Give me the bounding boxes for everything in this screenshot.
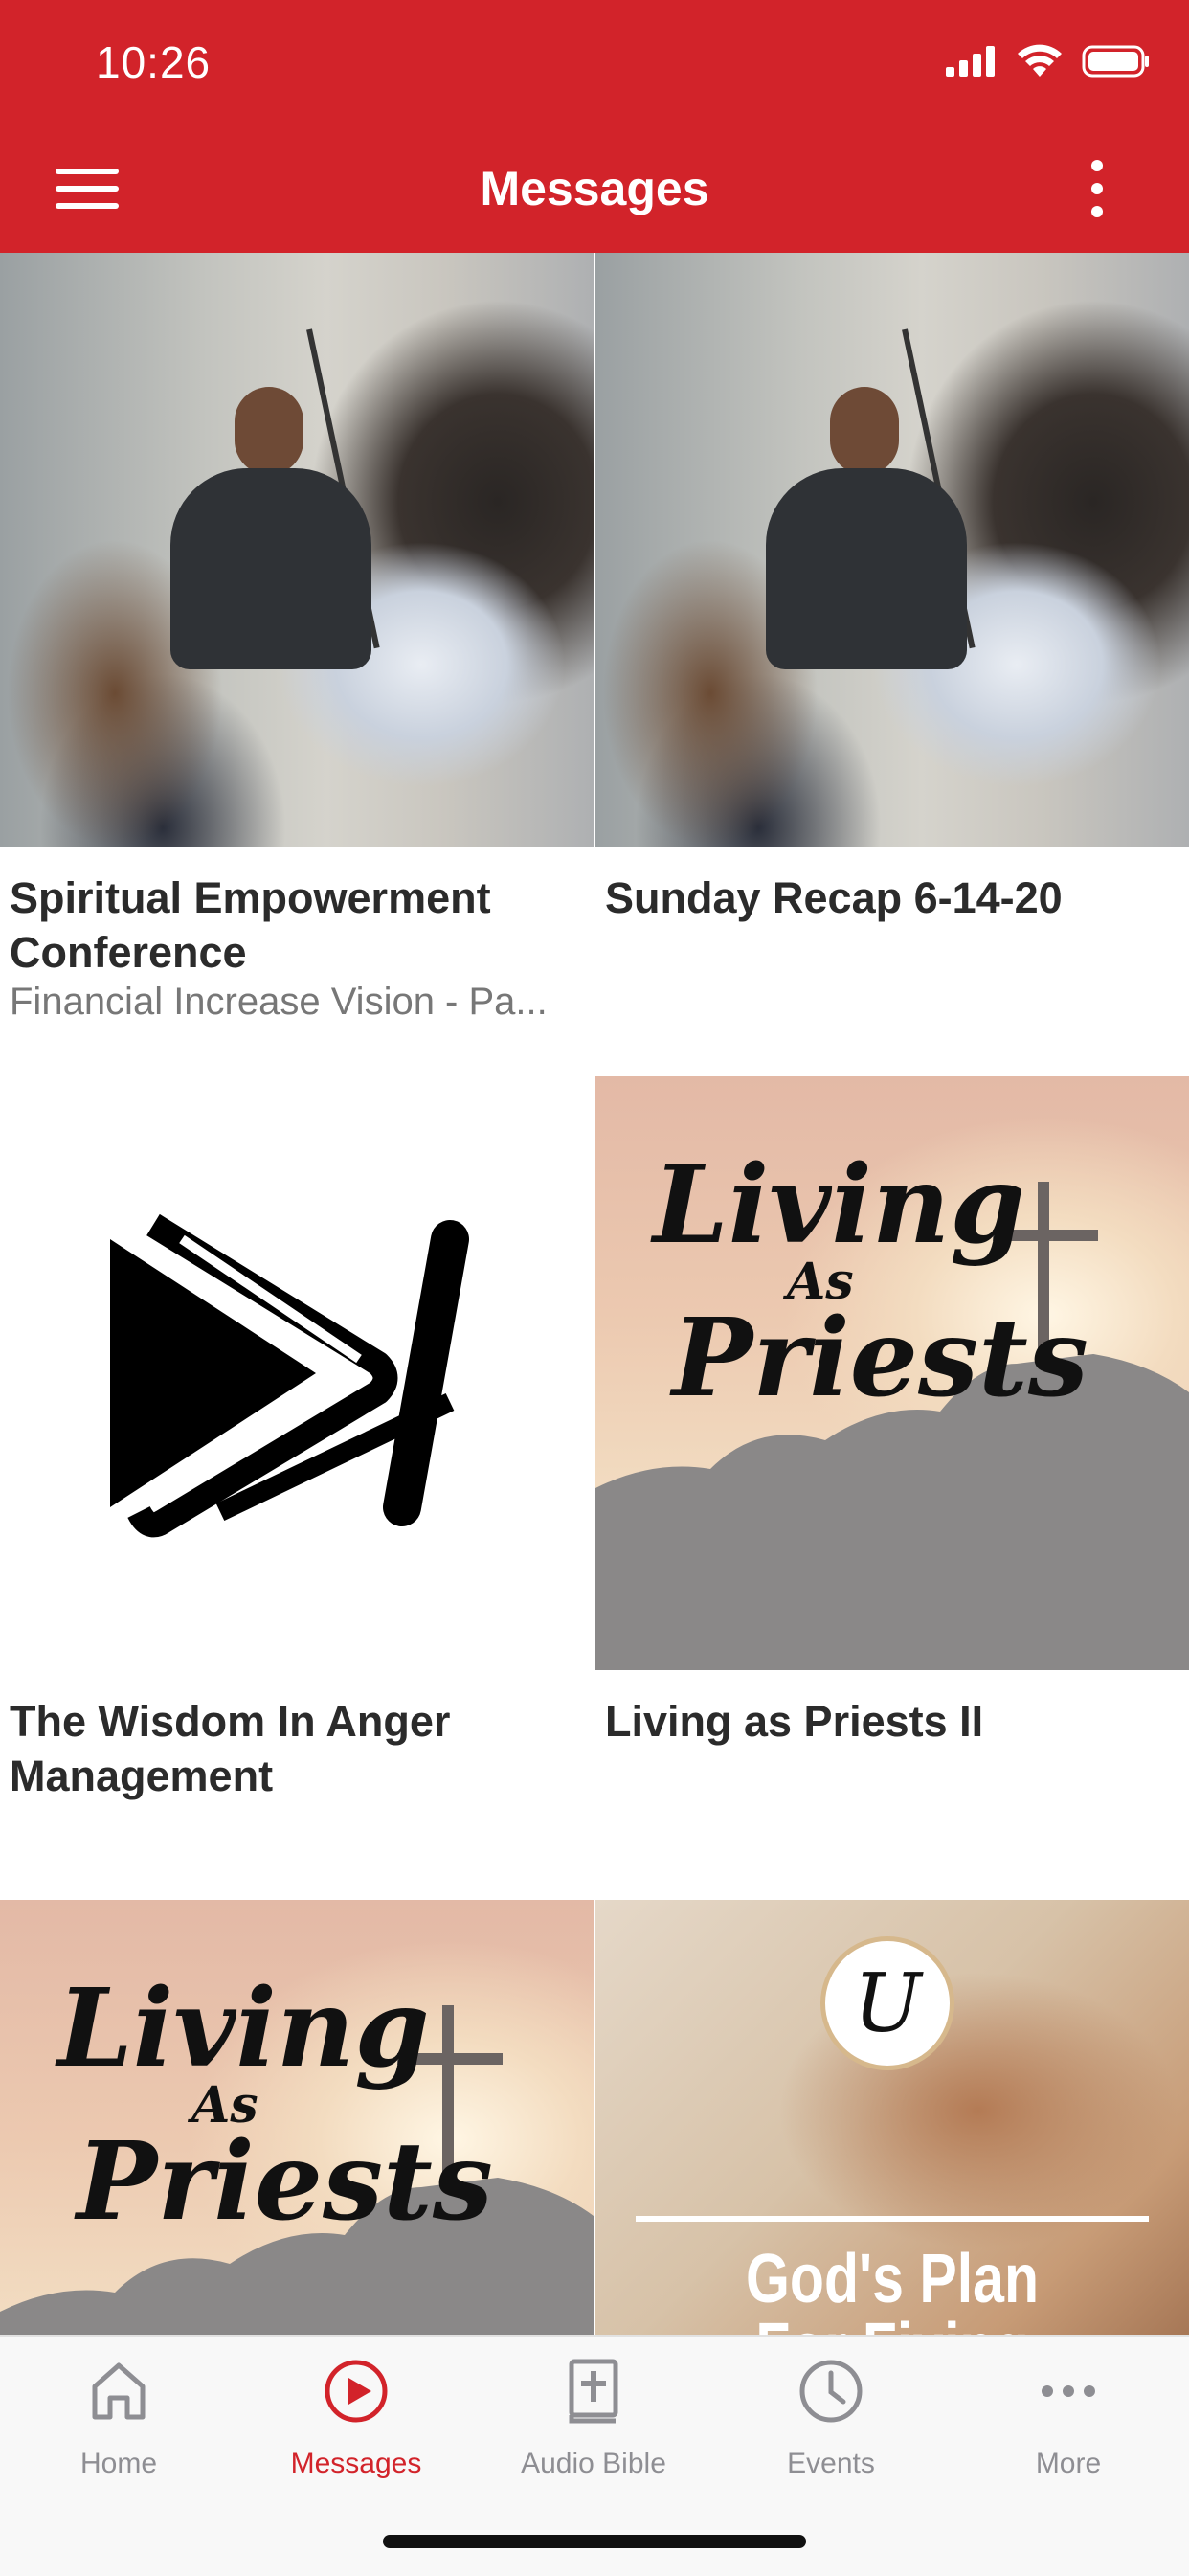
card-title: The Wisdom In Anger Management	[10, 1697, 451, 1800]
tab-events[interactable]: Events	[712, 2356, 950, 2480]
top-bar: 10:26 Messages	[0, 0, 1189, 253]
tab-audio-bible[interactable]: Audio Bible	[475, 2356, 712, 2480]
bible-icon	[569, 2359, 618, 2424]
card-title: Sunday Recap 6-14-20	[605, 873, 1063, 922]
u-badge-logo: U	[820, 1936, 954, 2070]
play-logo-icon	[110, 1213, 469, 1538]
clock-icon	[799, 2360, 863, 2423]
cellular-signal-icon	[946, 46, 995, 77]
thumbnail-title-text: God's Plan For Fixing	[649, 2245, 1135, 2335]
living-as-priests-thumbnail: Living As Priests	[595, 1076, 1189, 1670]
tab-label: Audio Bible	[521, 2448, 666, 2479]
thumbnail-title-line: God's Plan	[745, 2241, 1040, 2317]
home-icon	[92, 2362, 146, 2420]
speaker-head-shape	[235, 387, 303, 475]
card-subtitle: Financial Increase Vision - Pa...	[10, 981, 548, 1023]
home-indicator[interactable]	[383, 2535, 806, 2548]
message-card[interactable]: Living As Priests Living as Priests II	[595, 1076, 1189, 1900]
wifi-icon	[1018, 44, 1062, 77]
thumbnail-title-line: Priests	[77, 2119, 493, 2245]
play-circle-icon	[325, 2360, 388, 2423]
tab-label: Messages	[290, 2448, 422, 2479]
message-card[interactable]: Sunday Recap 6-14-20	[595, 253, 1189, 1076]
divider-line	[636, 2216, 1149, 2222]
sermon-photo-thumbnail	[0, 253, 594, 847]
thumbnail-title-line: Living	[653, 1142, 1025, 1268]
ellipsis-icon	[1042, 2385, 1095, 2397]
more-options-button[interactable]	[1084, 158, 1112, 219]
message-card[interactable]: Spiritual Empowerment Conference Financi…	[0, 253, 594, 1076]
card-title: Living as Priests II	[605, 1697, 984, 1746]
thumbnail-title-line: Living	[57, 1966, 430, 2091]
message-card[interactable]: U God's Plan For Fixing	[595, 1900, 1189, 2335]
dot-icon	[1091, 160, 1103, 171]
thumbnail-title-text: Living As Priests	[57, 1966, 493, 2245]
tab-label: Events	[787, 2448, 875, 2479]
thumbnail-title-line: For Fixing	[649, 2314, 1135, 2335]
speaker-head-shape	[830, 387, 899, 475]
church-logo-thumbnail	[0, 1076, 594, 1670]
gods-plan-thumbnail: U God's Plan For Fixing	[595, 1900, 1189, 2335]
tab-messages[interactable]: Messages	[237, 2356, 475, 2480]
card-title: Spiritual Empowerment Conference	[10, 873, 491, 977]
tab-home[interactable]: Home	[0, 2356, 237, 2480]
message-card[interactable]: Living As Priests	[0, 1900, 594, 2335]
page-title: Messages	[480, 162, 709, 215]
thumbnail-title-text: Living As Priests	[653, 1142, 1088, 1421]
status-time: 10:26	[96, 37, 212, 87]
tab-more[interactable]: More	[950, 2356, 1187, 2480]
battery-icon	[1082, 45, 1149, 78]
living-as-priests-thumbnail: Living As Priests	[0, 1900, 594, 2335]
messages-grid: Spiritual Empowerment Conference Financi…	[0, 253, 1189, 2335]
status-icons	[946, 44, 1151, 79]
tab-label: Home	[79, 2448, 158, 2479]
thumbnail-title-line: Priests	[672, 1296, 1088, 1421]
dot-icon	[1091, 206, 1103, 217]
tab-label: More	[1035, 2448, 1102, 2479]
dot-icon	[1091, 183, 1103, 194]
speaker-body-shape	[766, 468, 967, 669]
speaker-body-shape	[170, 468, 371, 669]
sermon-photo-thumbnail	[595, 253, 1189, 847]
message-card[interactable]: The Wisdom In Anger Management	[0, 1076, 594, 1900]
